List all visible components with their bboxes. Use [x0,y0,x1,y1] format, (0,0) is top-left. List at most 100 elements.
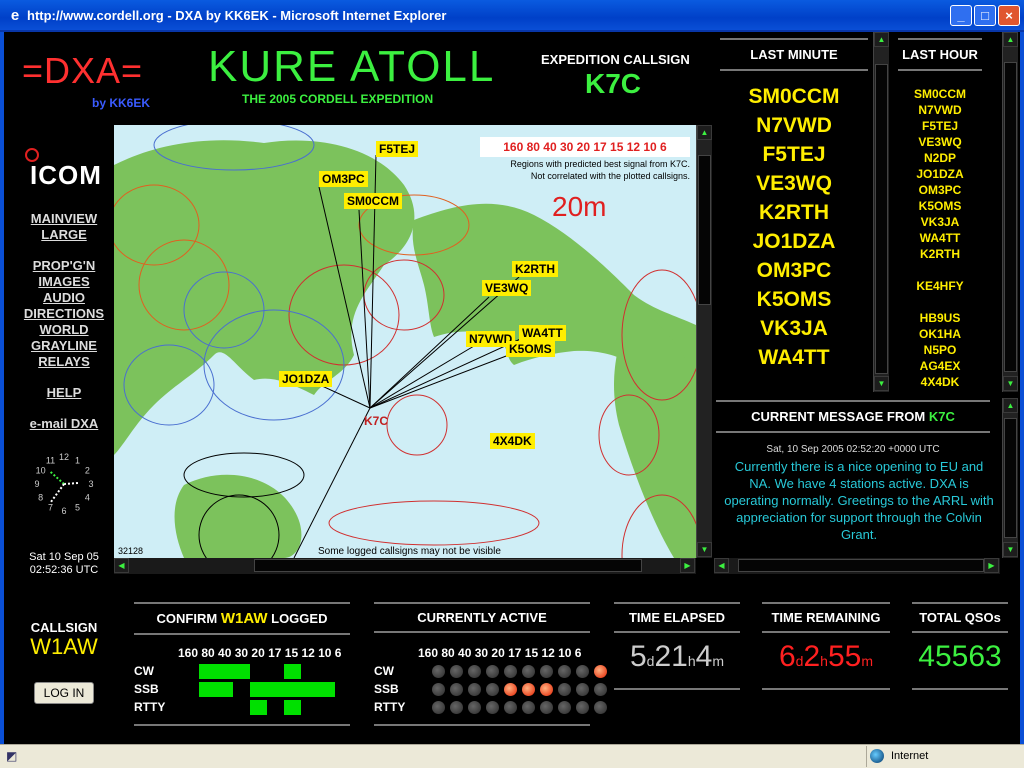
band-status-dot [432,701,445,714]
nav-propgn[interactable]: PROP'G'N [22,258,106,273]
confirmed-band-cell [301,682,318,697]
last-hour-item: 4X4DK [920,375,960,389]
nav-audio[interactable]: AUDIO [22,290,106,305]
scroll-down-icon[interactable]: ▼ [874,376,889,391]
last-minute-item: K2RTH [758,201,829,224]
total-title: TOTAL QSOs [912,602,1008,633]
scroll-down-icon[interactable]: ▼ [697,542,712,557]
scroll-thumb[interactable] [1004,62,1017,372]
band-status-dot [576,701,589,714]
date-time: Sat 10 Sep 05 02:52:36 UTC [14,551,114,577]
band-status-dot [594,701,607,714]
nav-world[interactable]: WORLD [22,322,106,337]
remaining-minutes: 55 [827,640,862,673]
confirmed-band-cell [318,682,335,697]
message-hscroll[interactable]: ◀ ▶ [714,558,1000,574]
clock-number: 12 [59,452,69,462]
last-hour-item [898,294,982,310]
close-button[interactable]: × [998,5,1020,26]
scroll-up-icon[interactable]: ▲ [697,125,712,140]
map-footer: Some logged callsigns may not be visible [318,546,501,557]
remaining-value: 6d2h55m [762,640,890,690]
nav-images[interactable]: IMAGES [22,274,106,289]
mode-label: SSB [374,682,399,696]
nav-relays[interactable]: RELAYS [22,354,106,369]
elapsed-minutes-unit: m [712,653,724,669]
confirmed-band-cell [284,682,301,697]
scroll-down-icon[interactable]: ▼ [1003,542,1018,557]
scroll-left-icon[interactable]: ◀ [714,558,729,573]
site-title: KURE ATOLL [208,42,496,91]
login-button[interactable]: LOG IN [34,682,94,704]
band-status-dot [594,683,607,696]
scroll-up-icon[interactable]: ▲ [1003,32,1018,47]
scroll-up-icon[interactable]: ▲ [874,32,889,47]
confirm-title: CONFIRM W1AW LOGGED [134,602,350,635]
scroll-left-icon[interactable]: ◀ [114,558,129,573]
map-vscroll[interactable]: ▲ ▼ [696,125,712,558]
band-status-dot [468,701,481,714]
active-grid: 160 80 40 30 20 17 15 12 10 6 CW SSB RTTY [374,640,607,726]
map-callsign: SM0CCM [344,193,403,209]
last-minute-item: VE3WQ [756,172,832,195]
last-hour-item: JO1DZA [916,167,964,181]
confirmed-band-cell [233,664,250,679]
map-callsign: K5OMS [506,341,555,357]
expedition-callsign: K7C [585,68,642,99]
message-from: K7C [928,409,955,424]
elapsed-days: 5 [629,640,647,673]
map-hscroll[interactable]: ◀ ▶ [114,558,696,574]
propagation-map[interactable]: 160 80 40 30 20 17 15 12 10 6 Regions wi… [114,125,696,558]
total-qsos: 45563 [912,640,1008,690]
nav-directions[interactable]: DIRECTIONS [22,306,106,321]
message-vscroll[interactable]: ▲ ▼ [1002,398,1018,558]
scroll-thumb[interactable] [875,64,888,374]
last-hour-item: F5TEJ [921,119,958,133]
callsign-label: CALLSIGN [30,620,98,635]
scroll-up-icon[interactable]: ▲ [1003,398,1018,413]
last-minute-item: JO1DZA [752,230,836,253]
nav-mainview[interactable]: MAINVIEW [22,211,106,226]
nav-large[interactable]: LARGE [22,227,106,242]
band-status-dot [486,665,499,678]
last-hour-scroll[interactable]: ▲ ▼ [1002,32,1018,392]
band-status-dot [576,683,589,696]
last-minute-scroll[interactable]: ▲ ▼ [873,32,889,392]
nav-grayline[interactable]: GRAYLINE [22,338,106,353]
message-title: CURRENT MESSAGE FROM K7C [716,400,990,433]
scroll-thumb[interactable] [738,559,984,572]
icom-logo[interactable]: ICOM [30,160,102,191]
band-header: 160 80 40 30 20 17 15 12 10 6 [418,646,582,660]
maximize-button[interactable]: □ [974,5,996,26]
confirmed-band-cell [216,682,233,697]
map-counter: 32128 [118,546,144,556]
map-callsign: F5TEJ [376,141,419,157]
last-minute-list: SM0CCM N7VWD F5TEJ VE3WQ K2RTH JO1DZA OM3PC K5O… [720,82,868,372]
by-line: by KK6EK [92,96,151,110]
minimize-button[interactable]: _ [950,5,972,26]
nav-email[interactable]: e-mail DXA [22,416,106,431]
scroll-right-icon[interactable]: ▶ [984,558,999,573]
last-hour-item: N7VWD [918,103,962,117]
elapsed-hours: 21 [654,640,688,673]
band-status-dot [594,665,607,678]
band-status-dot [432,683,445,696]
last-hour-item: VE3WQ [918,135,962,149]
status-bar: ◩ Internet [0,744,1024,768]
scroll-thumb[interactable] [1004,418,1017,538]
band-status-dot [522,701,535,714]
last-hour-item: AG4EX [919,359,961,373]
map-note-2: Not correlated with the plotted callsign… [530,171,690,181]
minute-hand-icon [48,469,65,485]
remaining-minutes-unit: m [861,653,873,669]
band-selector[interactable]: 160 80 40 30 20 17 15 12 10 6 [480,137,690,157]
map-callsign: VE3WQ [482,280,532,296]
nav-help[interactable]: HELP [22,385,106,400]
window-title: http://www.cordell.org - DXA by KK6EK - … [27,8,447,23]
scroll-down-icon[interactable]: ▼ [1003,376,1018,391]
scroll-thumb[interactable] [254,559,642,572]
scroll-thumb[interactable] [698,155,711,305]
scroll-right-icon[interactable]: ▶ [680,558,695,573]
active-title: CURRENTLY ACTIVE [374,602,590,633]
last-hour-item: K5OMS [918,199,962,213]
